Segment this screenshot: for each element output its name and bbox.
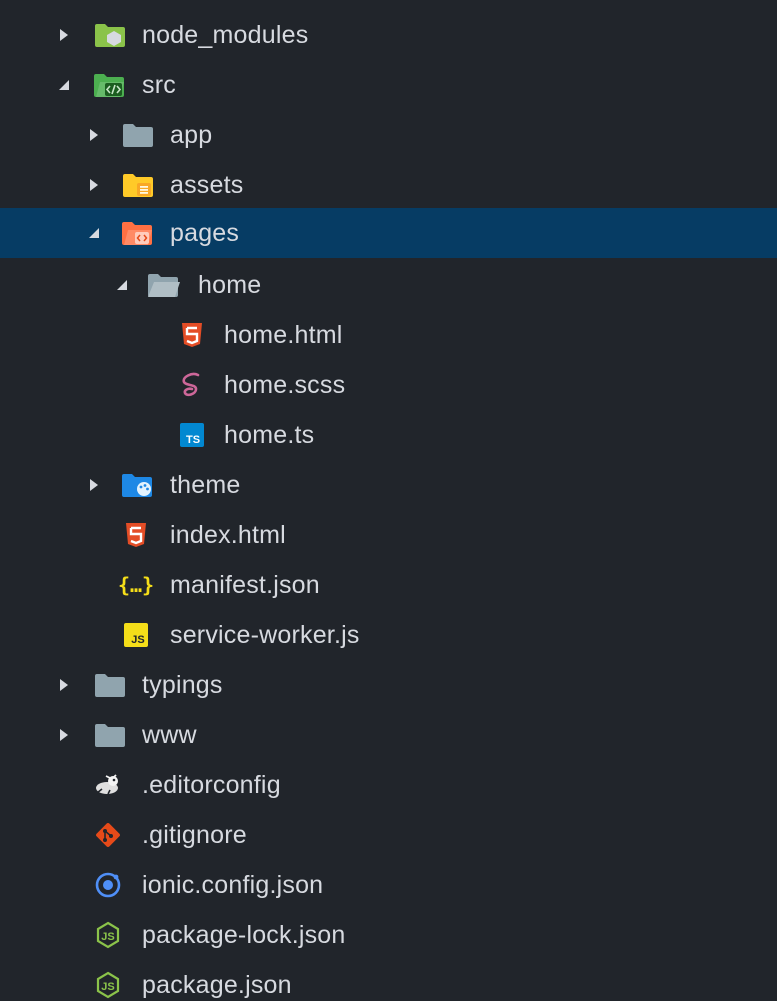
tree-item-label: package.json [142, 971, 292, 999]
tree-item-home[interactable]: home [0, 260, 777, 310]
tree-item-www[interactable]: www [0, 710, 777, 760]
html5-icon [118, 510, 154, 560]
svg-text:TS: TS [186, 434, 200, 446]
tree-item-manifest-json[interactable]: {…} manifest.json [0, 560, 777, 610]
chevron-down-icon[interactable] [86, 208, 102, 258]
chevron-right-icon[interactable] [56, 10, 72, 60]
chevron-right-icon[interactable] [86, 460, 102, 510]
sass-icon [174, 360, 210, 410]
tree-item-label: service-worker.js [170, 621, 360, 649]
tree-item-theme[interactable]: theme [0, 460, 777, 510]
tree-item-label: typings [142, 671, 223, 699]
svg-text:JS: JS [101, 931, 114, 943]
git-icon [90, 810, 126, 860]
tree-item-index-html[interactable]: index.html [0, 510, 777, 560]
tree-item-label: index.html [170, 521, 286, 549]
folder-assets-icon [120, 160, 156, 210]
svg-text:JS: JS [101, 981, 114, 993]
tree-item-label: pages [170, 219, 240, 247]
editorconfig-icon [90, 760, 126, 810]
folder-icon [92, 710, 128, 760]
tree-item-editorconfig[interactable]: .editorconfig [0, 760, 777, 810]
tree-item-assets[interactable]: assets [0, 160, 777, 210]
folder-open-icon [146, 260, 182, 310]
chevron-down-icon[interactable] [56, 60, 72, 110]
tree-item-home-html[interactable]: home.html [0, 310, 777, 360]
javascript-icon: JS [118, 610, 154, 660]
chevron-right-icon[interactable] [56, 710, 72, 760]
tree-item-label: ionic.config.json [142, 871, 324, 899]
tree-item-src[interactable]: src [0, 60, 777, 110]
tree-item-package-lock-json[interactable]: JS package-lock.json [0, 910, 777, 960]
folder-src-icon [92, 60, 128, 110]
tree-item-typings[interactable]: typings [0, 660, 777, 710]
tree-item-label: package-lock.json [142, 921, 346, 949]
tree-item-label: assets [170, 171, 244, 199]
chevron-right-icon[interactable] [56, 660, 72, 710]
svg-text:{…}: {…} [118, 573, 154, 597]
chevron-right-icon[interactable] [86, 110, 102, 160]
tree-item-app[interactable]: app [0, 110, 777, 160]
tree-item-label: node_modules [142, 21, 309, 49]
tree-item-node-modules[interactable]: node_modules [0, 10, 777, 60]
file-explorer-tree: node_modules src app assets pages home h… [0, 0, 777, 1001]
tree-item-pages[interactable]: pages [0, 208, 777, 258]
tree-item-ionic-config-json[interactable]: ionic.config.json [0, 860, 777, 910]
svg-text:JS: JS [131, 634, 144, 646]
tree-item-label: home.html [224, 321, 343, 349]
folder-theme-icon [120, 460, 156, 510]
nodejs-icon: JS [90, 960, 126, 1001]
tree-item-label: manifest.json [170, 571, 320, 599]
tree-item-label: .editorconfig [142, 771, 281, 799]
tree-item-label: home.scss [224, 371, 346, 399]
tree-item-home-scss[interactable]: home.scss [0, 360, 777, 410]
html5-icon [174, 310, 210, 360]
chevron-right-icon[interactable] [86, 160, 102, 210]
tree-item-label: home [198, 271, 262, 299]
tree-item-package-json[interactable]: JS package.json [0, 960, 777, 1001]
tree-item-gitignore[interactable]: .gitignore [0, 810, 777, 860]
chevron-down-icon[interactable] [114, 260, 130, 310]
typescript-icon: TS [174, 410, 210, 460]
folder-icon [120, 110, 156, 160]
folder-pages-icon [120, 208, 156, 258]
json-braces-icon: {…} [118, 560, 154, 610]
nodejs-icon: JS [90, 910, 126, 960]
folder-node-icon [92, 10, 128, 60]
tree-item-home-ts[interactable]: TS home.ts [0, 410, 777, 460]
folder-icon [92, 660, 128, 710]
tree-item-label: .gitignore [142, 821, 247, 849]
tree-item-service-worker-js[interactable]: JS service-worker.js [0, 610, 777, 660]
tree-item-label: home.ts [224, 421, 315, 449]
tree-item-label: theme [170, 471, 241, 499]
ionic-icon [90, 860, 126, 910]
tree-item-label: www [142, 721, 197, 749]
tree-item-label: app [170, 121, 213, 149]
tree-item-label: src [142, 71, 176, 99]
